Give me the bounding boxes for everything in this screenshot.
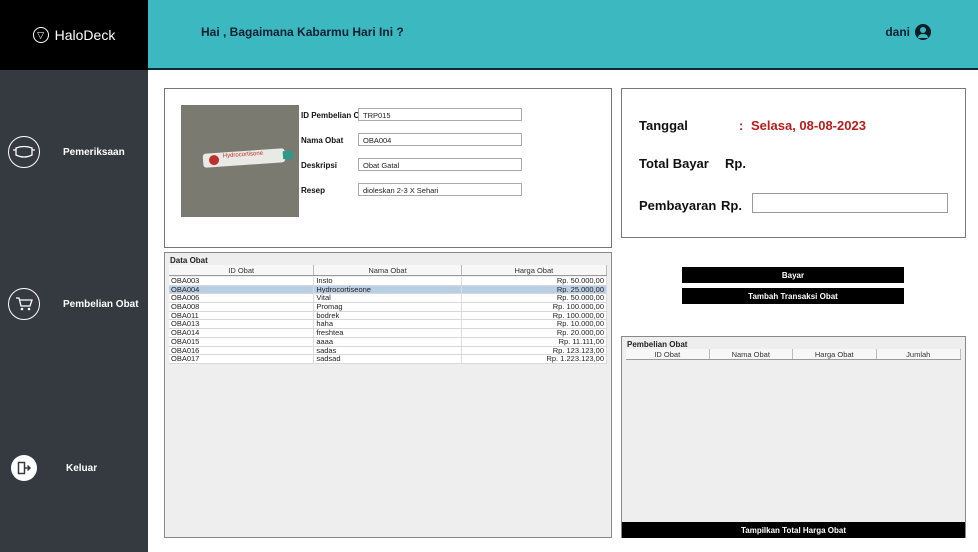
sidebar-item-label: Pemeriksaan (63, 146, 125, 158)
column-header[interactable]: Jumlah (877, 349, 961, 359)
cell-nama: bodrek (314, 311, 462, 320)
cell-harga: Rp. 10.000,00 (462, 320, 608, 329)
cell-id: OBA004 (169, 285, 315, 294)
sidebar-item-pemeriksaan[interactable]: Pemeriksaan (0, 130, 148, 174)
table-row[interactable]: OBA014 freshtea Rp. 20.000,00 (169, 329, 608, 338)
table-row[interactable]: OBA003 Insto Rp. 50.000,00 (169, 277, 608, 286)
column-header[interactable]: Nama Obat (710, 349, 793, 359)
tampilkan-total-button[interactable]: Tampilkan Total Harga Obat (622, 522, 965, 538)
table-row[interactable]: OBA006 Vital Rp. 50.000,00 (169, 294, 608, 304)
cell-id: OBA013 (169, 320, 315, 329)
cell-harga: Rp. 20.000,00 (462, 329, 608, 337)
cell-nama: freshtea (314, 329, 462, 337)
pembelian-obat-panel: Pembelian Obat ID Obat Nama Obat Harga O… (621, 336, 966, 538)
cell-id: OBA011 (169, 311, 315, 320)
pembayaran-input[interactable] (752, 193, 948, 213)
table-row[interactable]: OBA011 bodrek Rp. 100.000,00 (169, 311, 608, 321)
sidebar-item-keluar[interactable]: Keluar (0, 446, 148, 490)
cell-id: OBA006 (169, 294, 315, 303)
cell-id: OBA008 (169, 303, 315, 311)
cell-nama: Hydrocortiseone (314, 285, 462, 294)
product-detail-panel: Hydrocortisone ID Pembelian Obat TRP015 … (164, 88, 612, 248)
resep-field[interactable]: dioleskan 2-3 X Sehari (358, 183, 522, 196)
tambah-transaksi-button[interactable]: Tambah Transaksi Obat (682, 288, 904, 304)
data-obat-body: OBA003 Insto Rp. 50.000,00 OBA004 Hydrocort… (169, 277, 608, 364)
cell-harga: Rp. 50.000,00 (462, 294, 608, 303)
cell-harga: Rp. 123.123,00 (462, 346, 608, 355)
cell-id: OBA016 (169, 346, 315, 355)
tanggal-label: Tanggal (639, 118, 688, 133)
cell-nama: Vital (314, 294, 462, 303)
total-bayar-rp: Rp. (725, 156, 746, 171)
cell-id: OBA017 (169, 355, 315, 363)
cell-harga: Rp. 25.000,00 (462, 285, 608, 294)
tanggal-colon: : (739, 118, 744, 133)
ointment-tube-image: Hydrocortisone (202, 148, 286, 168)
tanggal-value: Selasa, 08-08-2023 (751, 118, 866, 133)
cell-nama: Insto (314, 277, 462, 285)
bayar-button[interactable]: Bayar (682, 267, 904, 283)
deskripsi-label: Deskripsi (301, 161, 338, 170)
cart-icon (8, 288, 40, 320)
username: dani (885, 25, 910, 39)
app-logo: ▽ HaloDeck (0, 0, 148, 70)
total-bayar-label: Total Bayar (639, 156, 709, 171)
cell-nama: aaaa (314, 337, 462, 346)
column-header[interactable]: ID Obat (626, 349, 710, 359)
table-row[interactable]: OBA016 sadas Rp. 123.123,00 (169, 346, 608, 356)
table-row[interactable]: OBA013 haha Rp. 10.000,00 (169, 320, 608, 330)
cell-nama: sadsad (314, 355, 462, 363)
pembelian-obat-title: Pembelian Obat (627, 340, 688, 349)
cell-nama: Promag (314, 303, 462, 311)
table-row-selected[interactable]: OBA004 Hydrocortiseone Rp. 25.000,00 (169, 285, 608, 295)
user-avatar-icon[interactable] (915, 24, 931, 40)
pembayaran-label: Pembayaran (639, 198, 717, 213)
cell-id: OBA003 (169, 277, 315, 285)
pembayaran-rp: Rp. (721, 198, 742, 213)
nama-obat-field[interactable]: OBA004 (358, 133, 522, 146)
column-header[interactable]: Harga Obat (793, 349, 877, 359)
top-header: Hai , Bagaimana Kabarmu Hari Ini ? dani (148, 0, 978, 68)
table-row[interactable]: OBA017 sadsad Rp. 1.223.123,00 (169, 355, 608, 364)
table-row[interactable]: OBA008 Promag Rp. 100.000,00 (169, 303, 608, 312)
id-pembelian-field[interactable]: TRP015 (358, 108, 522, 121)
cell-harga: Rp. 11.111,00 (462, 337, 608, 346)
column-header[interactable]: Nama Obat (314, 265, 462, 275)
resep-label: Resep (301, 186, 326, 195)
mask-icon (8, 136, 40, 168)
sidebar-item-pembelian-obat[interactable]: Pembelian Obat (0, 282, 148, 326)
sidebar: Pemeriksaan Pembelian Obat Keluar (0, 70, 148, 552)
cell-harga: Rp. 50.000,00 (462, 277, 608, 285)
cell-harga: Rp. 100.000,00 (462, 303, 608, 311)
column-header[interactable]: Harga Obat (462, 265, 608, 275)
data-obat-header: ID Obat Nama Obat Harga Obat (169, 265, 608, 276)
product-image: Hydrocortisone (181, 105, 299, 217)
product-image-label: Hydrocortisone (222, 150, 264, 160)
payment-panel: Tanggal : Selasa, 08-08-2023 Total Bayar… (621, 88, 966, 238)
column-header[interactable]: ID Obat (169, 265, 315, 275)
pembelian-obat-header: ID Obat Nama Obat Harga Obat Jumlah (626, 349, 961, 360)
cell-nama: haha (314, 320, 462, 329)
logo-icon: ▽ (32, 27, 49, 43)
nama-obat-label: Nama Obat (301, 136, 344, 145)
sidebar-item-label: Keluar (66, 462, 98, 474)
cell-id: OBA014 (169, 329, 315, 337)
cell-harga: Rp. 1.223.123,00 (462, 355, 608, 363)
pembelian-obat-table: ID Obat Nama Obat Harga Obat Jumlah (626, 349, 961, 521)
sidebar-item-label: Pembelian Obat (63, 298, 139, 310)
exit-icon (11, 455, 37, 481)
table-row[interactable]: OBA015 aaaa Rp. 11.111,00 (169, 337, 608, 347)
cell-id: OBA015 (169, 337, 315, 346)
app-logo-text: HaloDeck (54, 27, 116, 43)
cell-nama: sadas (314, 346, 462, 355)
deskripsi-field[interactable]: Obat Gatal (358, 158, 522, 171)
data-obat-title: Data Obat (170, 256, 208, 265)
data-obat-table: ID Obat Nama Obat Harga Obat OBA003 Insto… (169, 265, 608, 535)
header-divider (148, 68, 978, 70)
data-obat-panel: Data Obat ID Obat Nama Obat Harga Obat O… (164, 252, 612, 538)
cell-harga: Rp. 100.000,00 (462, 311, 608, 320)
greeting-text: Hai , Bagaimana Kabarmu Hari Ini ? (201, 25, 404, 39)
